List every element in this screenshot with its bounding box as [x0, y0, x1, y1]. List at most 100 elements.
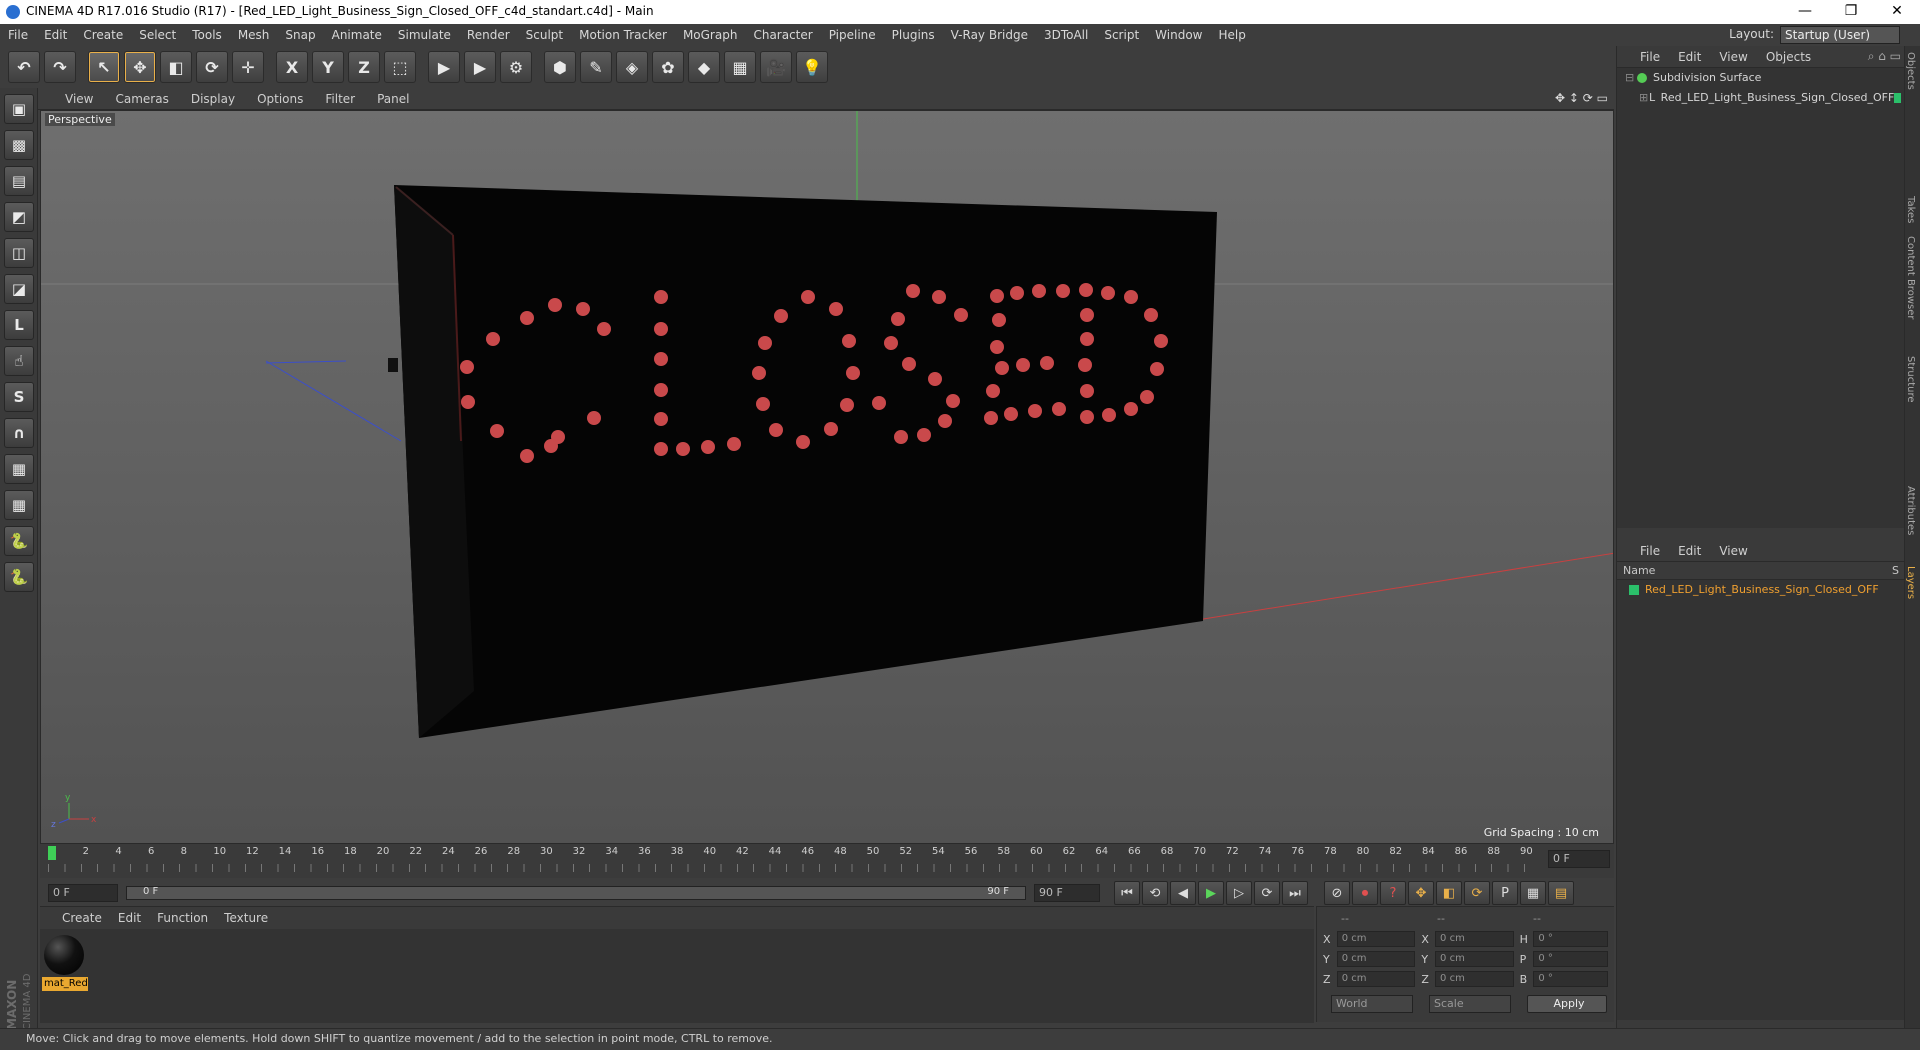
subdivision-surface-button[interactable]: ◈ [616, 51, 648, 83]
expand-icon[interactable]: ⊞ [1639, 88, 1649, 108]
menu-plugins[interactable]: Plugins [884, 24, 943, 46]
menu-pipeline[interactable]: Pipeline [821, 24, 884, 46]
menu-window[interactable]: Window [1147, 24, 1210, 46]
points-mode-icon[interactable]: ◩ [4, 202, 34, 232]
viewport-menu-panel[interactable]: Panel [366, 88, 420, 110]
pos-y-field[interactable]: 0 cm [1336, 951, 1416, 967]
go-to-end-button[interactable]: ⏭ [1282, 881, 1308, 905]
current-frame-field[interactable]: 0 F [1548, 850, 1610, 868]
solo-mode-icon[interactable]: S [4, 382, 34, 412]
menu-select[interactable]: Select [131, 24, 184, 46]
size-z-field[interactable]: 0 cm [1435, 971, 1514, 987]
close-button[interactable]: ✕ [1874, 0, 1920, 24]
workplane-align-icon[interactable]: ▦ [4, 490, 34, 520]
object-menu-file[interactable]: File [1631, 46, 1669, 68]
key-position-button[interactable]: ✥ [1408, 881, 1434, 905]
menu-create[interactable]: Create [75, 24, 131, 46]
menu-3dtoall[interactable]: 3DToAll [1036, 24, 1096, 46]
viewport-nav-icons[interactable]: ✥ ↕ ⟳ ▭ [1555, 91, 1608, 105]
snap-magnet-icon[interactable]: ∩ [4, 418, 34, 448]
next-frame-button[interactable]: ▷ [1226, 881, 1252, 905]
tweak-mode-icon[interactable]: ☝ [4, 346, 34, 376]
size-y-field[interactable]: 0 cm [1435, 951, 1514, 967]
side-tab-layers[interactable]: Layers [1905, 566, 1916, 626]
object-row-sign[interactable]: ⊞ L Red_LED_Light_Business_Sign_Closed_O… [1617, 88, 1905, 108]
object-manager-search-icon[interactable]: ⌕ ⌂ ▭ [1868, 49, 1901, 64]
object-manager-scrollbar[interactable] [1617, 528, 1905, 536]
play-button[interactable]: ▶ [1198, 881, 1224, 905]
render-picture-viewer-button[interactable]: ▶ [464, 51, 496, 83]
menu-file[interactable]: File [0, 24, 36, 46]
end-frame-field[interactable]: 90 F [1034, 884, 1100, 902]
timeline-ruler[interactable]: 0246810121416182022242628303234363840424… [40, 844, 1614, 880]
menu-edit[interactable]: Edit [36, 24, 75, 46]
menu-mesh[interactable]: Mesh [230, 24, 278, 46]
material-menu-edit[interactable]: Edit [110, 907, 149, 929]
side-tab-takes[interactable]: Takes [1905, 196, 1916, 236]
render-view-button[interactable]: ▶ [428, 51, 460, 83]
viewport-menu-options[interactable]: Options [246, 88, 314, 110]
python-script-2-icon[interactable]: 🐍 [4, 562, 34, 592]
spline-pen-button[interactable]: ✎ [580, 51, 612, 83]
coordinate-system-button[interactable]: ⬚ [384, 51, 416, 83]
key-parameter-button[interactable]: P [1492, 881, 1518, 905]
floor-button[interactable]: ▦ [724, 51, 756, 83]
layer-row[interactable]: Red_LED_Light_Business_Sign_Closed_OFF [1617, 580, 1905, 600]
go-to-start-button[interactable]: ⏮ [1114, 881, 1140, 905]
menu-animate[interactable]: Animate [324, 24, 390, 46]
timeline-layout-button[interactable]: ▤ [1548, 881, 1574, 905]
cube-button[interactable]: ⬢ [544, 51, 576, 83]
size-x-field[interactable]: 0 cm [1435, 931, 1514, 947]
menu-help[interactable]: Help [1210, 24, 1253, 46]
viewport-menu-cameras[interactable]: Cameras [104, 88, 179, 110]
workplane-mode-icon[interactable]: ▤ [4, 166, 34, 196]
coordinate-mode-select[interactable]: Scale [1429, 995, 1511, 1013]
material-label[interactable]: mat_Red [42, 977, 88, 991]
apply-button[interactable]: Apply [1527, 995, 1607, 1013]
viewport-menu-view[interactable]: View [54, 88, 104, 110]
rot-b-field[interactable]: 0 ° [1533, 971, 1609, 987]
pos-z-field[interactable]: 0 cm [1336, 971, 1416, 987]
expand-icon[interactable]: ⊟ [1625, 68, 1637, 88]
menu-script[interactable]: Script [1096, 24, 1147, 46]
layer-menu-edit[interactable]: Edit [1669, 540, 1710, 562]
previous-key-button[interactable]: ⟲ [1142, 881, 1168, 905]
y-axis-button[interactable]: Y [312, 51, 344, 83]
menu-mograph[interactable]: MoGraph [675, 24, 746, 46]
deformer-button[interactable]: ◆ [688, 51, 720, 83]
menu-character[interactable]: Character [745, 24, 820, 46]
menu-simulate[interactable]: Simulate [390, 24, 459, 46]
viewport-menu-display[interactable]: Display [180, 88, 246, 110]
minimize-button[interactable]: — [1782, 0, 1828, 24]
menu-motion-tracker[interactable]: Motion Tracker [571, 24, 675, 46]
rotate-tool-button[interactable]: ⟳ [196, 51, 228, 83]
restore-button[interactable]: ❐ [1828, 0, 1874, 24]
key-scale-button[interactable]: ◧ [1436, 881, 1462, 905]
menu-sculpt[interactable]: Sculpt [518, 24, 571, 46]
layer-menu-file[interactable]: File [1631, 540, 1669, 562]
axis-mode-icon[interactable]: L [4, 310, 34, 340]
frame-range-slider[interactable]: 0 F 90 F [126, 886, 1026, 900]
camera-button[interactable]: 🎥 [760, 51, 792, 83]
record-keyframe-button[interactable]: ⏺ [1352, 881, 1378, 905]
side-tab-objects[interactable]: Objects [1905, 46, 1916, 196]
start-frame-field[interactable]: 0 F [48, 884, 118, 902]
model-mode-icon[interactable]: ▣ [4, 94, 34, 124]
menu-tools[interactable]: Tools [184, 24, 230, 46]
viewport-perspective[interactable]: y x z Perspective Grid Spacing : 10 cm [40, 110, 1614, 844]
lock-workplane-icon[interactable]: ▦ [4, 454, 34, 484]
previous-frame-button[interactable]: ◀ [1170, 881, 1196, 905]
rot-h-field[interactable]: 0 ° [1533, 931, 1609, 947]
object-menu-edit[interactable]: Edit [1669, 46, 1710, 68]
layout-select[interactable]: Startup (User) [1780, 26, 1900, 44]
render-settings-button[interactable]: ⚙ [500, 51, 532, 83]
autokeying-button[interactable]: ? [1380, 881, 1406, 905]
menu-render[interactable]: Render [459, 24, 518, 46]
coordinate-space-select[interactable]: World [1331, 995, 1413, 1013]
z-axis-button[interactable]: Z [348, 51, 380, 83]
material-swatch[interactable] [44, 935, 84, 975]
material-menu-texture[interactable]: Texture [216, 907, 276, 929]
material-menu-function[interactable]: Function [149, 907, 216, 929]
timeline-playhead[interactable] [48, 846, 56, 860]
menu-vray-bridge[interactable]: V-Ray Bridge [943, 24, 1036, 46]
